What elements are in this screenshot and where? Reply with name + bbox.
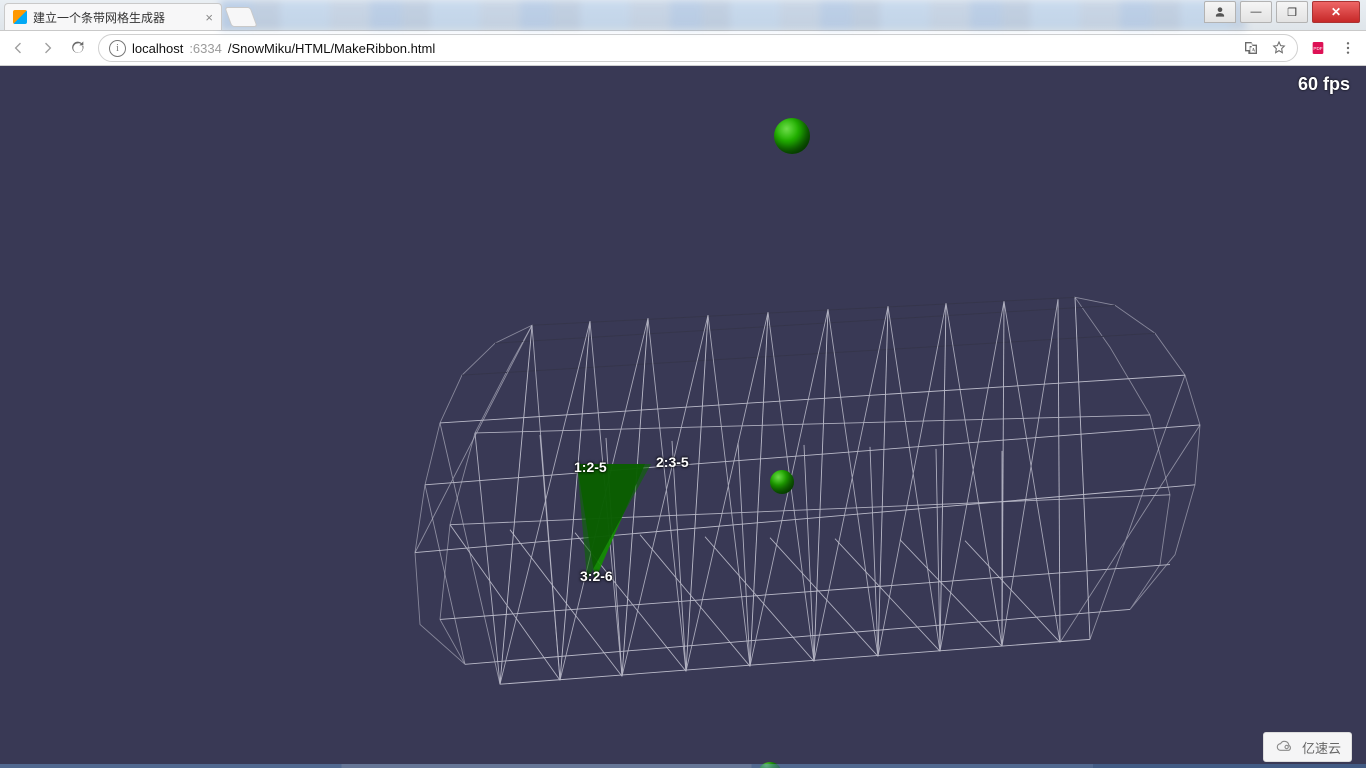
profile-button[interactable] (1204, 1, 1236, 23)
vertex-label: 2:3-5 (656, 454, 689, 470)
cube-icon (13, 10, 27, 24)
marker-sphere-top (774, 118, 810, 154)
close-window-button[interactable]: ✕ (1312, 1, 1360, 23)
arrow-right-icon (40, 40, 56, 56)
webgl-viewport[interactable]: 60 fps (0, 66, 1366, 768)
tab-title: 建立一个条带网格生成器 (33, 9, 199, 26)
browser-window: 建立一个条带网格生成器 × — ❐ ✕ i localhost :6334/Sno… (0, 0, 1366, 768)
window-controls: — ❐ ✕ (1204, 1, 1360, 23)
forward-button[interactable] (38, 38, 58, 58)
browser-tab[interactable]: 建立一个条带网格生成器 × (4, 3, 222, 30)
marker-sphere-center (770, 470, 794, 494)
url-host: localhost (132, 41, 183, 56)
selected-face-triangle (577, 464, 655, 580)
vertex-label: 3:2-6 (580, 568, 613, 584)
toolbar: i localhost :6334/SnowMiku/HTML/MakeRibbo… (0, 31, 1366, 66)
translate-icon[interactable] (1243, 40, 1259, 56)
close-tab-icon[interactable]: × (205, 11, 213, 24)
vertex-label: 1:2-5 (574, 459, 607, 475)
url-port: :6334 (189, 41, 222, 56)
site-info-icon[interactable]: i (109, 40, 126, 57)
url-path: /SnowMiku/HTML/MakeRibbon.html (228, 41, 435, 56)
minimize-icon: — (1251, 6, 1262, 18)
close-icon: ✕ (1331, 5, 1341, 19)
svg-text:PDF: PDF (1313, 46, 1322, 51)
watermark-badge: 亿速云 (1263, 732, 1352, 762)
maximize-icon: ❐ (1287, 6, 1297, 19)
back-button[interactable] (8, 38, 28, 58)
address-actions (1243, 40, 1287, 56)
scene-root: 1:2-5 2:3-5 3:2-6 (0, 66, 1366, 768)
watermark-text: 亿速云 (1302, 738, 1341, 757)
wireframe-mesh (0, 66, 1366, 768)
address-bar[interactable]: i localhost :6334/SnowMiku/HTML/MakeRibbo… (98, 34, 1298, 62)
save-pdf-icon[interactable]: PDF (1308, 38, 1328, 58)
cloud-icon (1274, 739, 1296, 755)
reload-button[interactable] (68, 38, 88, 58)
star-icon[interactable] (1271, 40, 1287, 56)
minimize-button[interactable]: — (1240, 1, 1272, 23)
user-icon (1213, 5, 1227, 19)
aero-glass (220, 0, 1246, 30)
maximize-button[interactable]: ❐ (1276, 1, 1308, 23)
reload-icon (70, 40, 86, 56)
arrow-left-icon (10, 40, 26, 56)
titlebar: 建立一个条带网格生成器 × — ❐ ✕ (0, 0, 1366, 31)
kebab-menu-icon[interactable] (1338, 38, 1358, 58)
taskbar-sliver (0, 764, 1366, 768)
